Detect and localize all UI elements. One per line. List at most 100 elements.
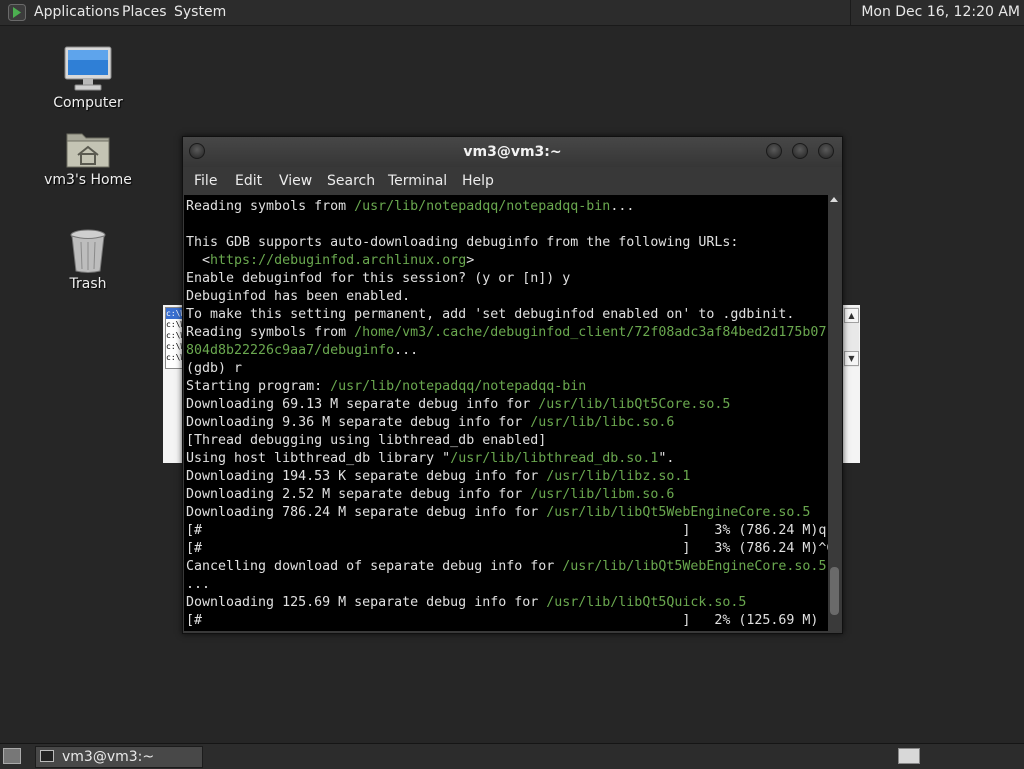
terminal-text: Debuginfod has been enabled. xyxy=(186,289,411,304)
minimize-icon[interactable] xyxy=(766,143,782,159)
menu-edit[interactable]: Edit xyxy=(235,173,262,189)
terminal-line: Reading symbols from /home/vm3/.cache/de… xyxy=(186,324,828,342)
menu-search[interactable]: Search xyxy=(327,173,375,189)
terminal-text: Downloading 69.13 M separate debug info … xyxy=(186,397,539,412)
terminal-titlebar[interactable]: vm3@vm3:~ xyxy=(183,137,842,167)
desktop-icon-computer[interactable]: Computer xyxy=(40,45,136,111)
terminal-line: Downloading 194.53 K separate debug info… xyxy=(186,468,828,486)
terminal-url: https://debuginfod.archlinux.org xyxy=(210,253,467,268)
desktop-icon-label: Computer xyxy=(53,95,123,111)
terminal-path: /usr/lib/notepadqq/notepadqq-bin xyxy=(330,379,587,394)
taskbar-window-button[interactable]: vm3@vm3:~ xyxy=(35,746,203,768)
terminal-path: 804d8b22226c9aa7/debuginfo xyxy=(186,343,395,358)
terminal-text: Downloading 194.53 K separate debug info… xyxy=(186,469,547,484)
applications-menu[interactable]: Applications xyxy=(34,0,120,25)
terminal-line: Starting program: /usr/lib/notepadqq/not… xyxy=(186,378,828,396)
terminal-text: Starting program: xyxy=(186,379,331,394)
terminal-text: ". xyxy=(658,451,675,466)
terminal-text: Reading symbols from xyxy=(186,325,355,340)
maximize-icon[interactable] xyxy=(792,143,808,159)
scrollbar-thumb[interactable] xyxy=(830,567,839,615)
places-menu[interactable]: Places xyxy=(122,0,167,25)
terminal-path: /usr/lib/notepadqq/notepadqq-bin xyxy=(354,199,611,214)
terminal-line: Downloading 125.69 M separate debug info… xyxy=(186,594,828,612)
terminal-path: /usr/lib/libQt5Core.so.5 xyxy=(538,397,731,412)
menu-help[interactable]: Help xyxy=(462,173,494,189)
terminal-text: Downloading 786.24 M separate debug info… xyxy=(186,505,547,520)
system-menu[interactable]: System xyxy=(174,0,226,25)
terminal-path: /usr/lib/libQt5WebEngineCore.so.5 xyxy=(546,505,811,520)
window-title: vm3@vm3:~ xyxy=(463,144,562,160)
terminal-text: Enable debuginfod for this session? (y o… xyxy=(186,271,571,286)
terminal-lines: Reading symbols from /usr/lib/notepadqq/… xyxy=(186,198,828,630)
terminal-text: Downloading 9.36 M separate debug info f… xyxy=(186,415,531,430)
show-desktop-icon[interactable] xyxy=(3,748,21,764)
terminal-text: Cancelling download of separate debug in… xyxy=(186,559,563,574)
workspace-switcher[interactable] xyxy=(898,748,920,764)
clock[interactable]: Mon Dec 16, 12:20 AM xyxy=(850,0,1024,25)
terminal-icon xyxy=(40,750,54,762)
terminal-path: /usr/lib/libz.so.1 xyxy=(546,469,691,484)
terminal-text: ... xyxy=(610,199,635,214)
terminal-text: < xyxy=(186,253,211,268)
terminal-line: [Thread debugging using libthread_db ena… xyxy=(186,432,828,450)
desktop-icon-label: Trash xyxy=(69,276,107,292)
trash-icon xyxy=(70,229,106,273)
terminal-path: /usr/lib/libc.so.6 xyxy=(530,415,675,430)
terminal-output[interactable]: Reading symbols from /usr/lib/notepadqq/… xyxy=(184,195,828,631)
terminal-text: [# ] 3% (786.24 M)q xyxy=(186,523,827,538)
bottom-panel: vm3@vm3:~ xyxy=(0,743,1024,769)
terminal-path: /home/vm3/.cache/debuginfod_client/72f08… xyxy=(354,325,827,340)
terminal-line: 804d8b22226c9aa7/debuginfo... xyxy=(186,342,828,360)
terminal-text: Downloading 2.52 M separate debug info f… xyxy=(186,487,531,502)
desktop-icon-home[interactable]: vm3's Home xyxy=(40,128,136,188)
terminal-line: Using host libthread_db library "/usr/li… xyxy=(186,450,828,468)
terminal-path: /usr/lib/libQt5Quick.so.5 xyxy=(546,595,747,610)
menu-file[interactable]: File xyxy=(194,173,217,189)
scroll-down-icon[interactable]: ▼ xyxy=(844,351,859,366)
scroll-up-icon[interactable] xyxy=(830,197,838,202)
terminal-line: Cancelling download of separate debug in… xyxy=(186,558,828,576)
terminal-line: ... xyxy=(186,576,828,594)
terminal-scrollbar[interactable] xyxy=(828,195,841,631)
terminal-text: ... xyxy=(186,577,211,592)
terminal-line: This GDB supports auto-downloading debug… xyxy=(186,234,828,252)
terminal-menubar: File Edit View Search Terminal Help xyxy=(183,167,842,195)
terminal-line: Downloading 786.24 M separate debug info… xyxy=(186,504,828,522)
taskbar-window-label: vm3@vm3:~ xyxy=(62,749,155,765)
menu-view[interactable]: View xyxy=(279,173,312,189)
terminal-line: Downloading 9.36 M separate debug info f… xyxy=(186,414,828,432)
terminal-path: /usr/lib/libm.so.6 xyxy=(530,487,675,502)
terminal-text: Downloading 125.69 M separate debug info… xyxy=(186,595,547,610)
desktop-icon-label: vm3's Home xyxy=(44,172,132,188)
terminal-text: Using host libthread_db library " xyxy=(186,451,451,466)
terminal-path: /usr/lib/libthread_db.so.1 xyxy=(450,451,659,466)
close-icon[interactable] xyxy=(818,143,834,159)
terminal-text: To make this setting permanent, add 'set… xyxy=(186,307,795,322)
terminal-line: Debuginfod has been enabled. xyxy=(186,288,828,306)
terminal-line: Downloading 2.52 M separate debug info f… xyxy=(186,486,828,504)
terminal-text: [# ] 2% (125.69 M) xyxy=(186,613,819,628)
terminal-line: [# ] 3% (786.24 M)q xyxy=(186,522,828,540)
terminal-text: Reading symbols from xyxy=(186,199,355,214)
menu-terminal[interactable]: Terminal xyxy=(388,173,447,189)
terminal-text: [# ] 3% (786.24 M)^C xyxy=(186,541,828,556)
home-folder-icon xyxy=(66,133,110,168)
terminal-window[interactable]: vm3@vm3:~ File Edit View Search Terminal… xyxy=(182,136,843,634)
terminal-line: Reading symbols from /usr/lib/notepadqq/… xyxy=(186,198,828,216)
applications-logo-icon[interactable] xyxy=(8,4,26,21)
scroll-up-icon[interactable]: ▲ xyxy=(844,308,859,323)
terminal-line: [# ] 3% (786.24 M)^C xyxy=(186,540,828,558)
terminal-text: (gdb) r xyxy=(186,361,243,376)
computer-icon xyxy=(64,46,112,91)
terminal-line: To make this setting permanent, add 'set… xyxy=(186,306,828,324)
terminal-text: This GDB supports auto-downloading debug… xyxy=(186,235,739,250)
terminal-path: /usr/lib/libQt5WebEngineCore.so.5 xyxy=(562,559,827,574)
background-window-scrollbar[interactable]: ▲ ▼ xyxy=(841,307,859,367)
desktop-icon-trash[interactable]: Trash xyxy=(40,228,136,292)
terminal-line: Enable debuginfod for this session? (y o… xyxy=(186,270,828,288)
terminal-text: [Thread debugging using libthread_db ena… xyxy=(186,433,547,448)
terminal-line: <https://debuginfod.archlinux.org> xyxy=(186,252,828,270)
terminal-text: > xyxy=(466,253,475,268)
